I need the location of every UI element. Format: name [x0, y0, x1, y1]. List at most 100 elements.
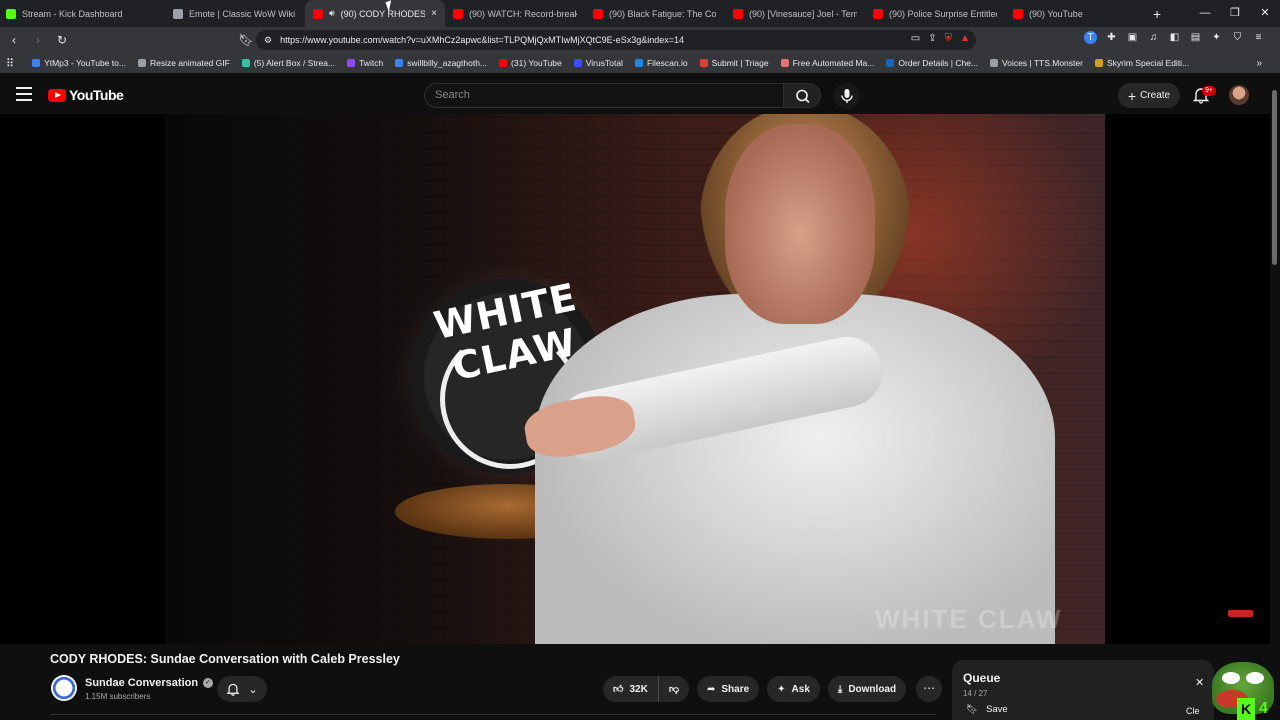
bookmark-item[interactable]: Voices | TTS.Monster [990, 58, 1083, 68]
forward-icon[interactable]: › [28, 33, 48, 47]
bookmark-label: Skyrim Special Editi... [1106, 58, 1190, 68]
kick-logo-icon: K [1237, 698, 1255, 720]
bookmark-item[interactable]: swillbilly_azagthoth... [395, 58, 487, 68]
bookmark-label: (5) Alert Box / Strea... [253, 58, 336, 68]
browser-tab-3[interactable]: (90) WATCH: Record-breaking [445, 0, 585, 27]
download-label: Download [848, 683, 897, 695]
browser-tab-label: Stream - Kick Dashboard [22, 8, 123, 19]
sidebar-icon[interactable]: ◧ [1168, 31, 1181, 44]
youtube-favicon-icon [873, 8, 883, 19]
bookmark-icon[interactable]: 🔖︎ [236, 33, 256, 47]
bookmark-label: swillbilly_azagthoth... [407, 58, 488, 68]
more-bookmarks-icon[interactable]: » [1256, 58, 1262, 69]
bookmark-favicon-icon [634, 59, 643, 67]
video-player[interactable]: WHITE CLAW WHITE CLAW [0, 114, 1270, 644]
back-icon[interactable]: ‹ [4, 33, 24, 47]
leo-icon[interactable]: ✦ [1210, 31, 1223, 44]
bookmark-favicon-icon [699, 59, 708, 67]
close-tab-icon[interactable]: × [431, 8, 437, 19]
site-info-icon[interactable]: ⚙ [264, 35, 272, 46]
minimize-icon[interactable]: — [1190, 0, 1220, 27]
browser-tab-0[interactable]: Stream - Kick Dashboard [0, 0, 165, 27]
browser-tab-4[interactable]: (90) Black Fatigue: The Conte [585, 0, 725, 27]
brave-rewards-icon[interactable]: ▲ [960, 33, 970, 44]
save-queue-button[interactable]: 🔖︎ Save [966, 704, 1008, 715]
plus-icon: + [1127, 87, 1137, 104]
music-icon[interactable]: ♫ [1147, 31, 1160, 44]
clear-queue-button[interactable]: Cle [1186, 706, 1200, 716]
address-bar[interactable]: ⚙ https://www.youtube.com/watch?v=uXMhCz… [256, 30, 976, 50]
video-frame[interactable]: WHITE CLAW WHITE CLAW [165, 114, 1105, 644]
apps-icon[interactable]: ⠿ [6, 57, 14, 70]
bookmark-label: Submit | Triage [711, 58, 769, 68]
bookmark-label: VirusTotal [585, 58, 623, 68]
bookmark-item[interactable]: Free Automated Ma... [780, 58, 874, 68]
browser-tab-label: (90) WATCH: Record-breaking [469, 8, 577, 19]
bookmark-item[interactable]: Skyrim Special Editi... [1094, 58, 1190, 68]
search-input[interactable]: Search [424, 83, 784, 108]
brave-shield-icon[interactable]: ⛨ [945, 33, 953, 44]
reload-icon[interactable]: ↻ [52, 33, 72, 47]
bookmark-favicon-icon [32, 59, 41, 67]
wiki-favicon-icon [173, 8, 183, 19]
page-scrollbar[interactable] [1272, 90, 1277, 265]
save-label: Save [986, 704, 1008, 715]
maximize-icon[interactable]: ❐ [1220, 0, 1250, 27]
bookmark-item[interactable]: (5) Alert Box / Strea... [241, 58, 336, 68]
bookmark-item[interactable]: Filescan.io [634, 58, 688, 68]
new-tab-button[interactable]: + [1153, 6, 1161, 22]
bookmark-label: YtMp3 - YouTube to... [44, 58, 126, 68]
browser-tab-7[interactable]: (90) YouTube [1005, 0, 1145, 27]
notification-count-badge: 9+ [1202, 86, 1216, 96]
vpn-icon[interactable]: ⛉ [1231, 31, 1244, 44]
bookmark-favicon-icon [137, 59, 146, 67]
bookmark-item[interactable]: YtMp3 - YouTube to... [32, 58, 126, 68]
puzzle-icon[interactable]: ✚ [1105, 31, 1118, 44]
channel-name[interactable]: Sundae Conversation [85, 677, 198, 689]
like-button[interactable]: 👍︎ 32K [603, 676, 659, 702]
youtube-logo[interactable]: YouTube [48, 87, 124, 103]
subscribed-notifications-button[interactable]: ⌄ [217, 676, 267, 702]
extension-box-icon[interactable]: ▣ [1126, 31, 1139, 44]
subscriber-count: 1.15M subscribers [85, 692, 151, 701]
browser-tab-6[interactable]: (90) Police Surprise Entitled W [865, 0, 1005, 27]
download-button[interactable]: ⤓ Download [827, 676, 907, 702]
share-button[interactable]: ➦ Share [696, 676, 760, 702]
bookmark-item[interactable]: VirusTotal [573, 58, 623, 68]
bookmark-item[interactable]: Resize animated GIF [137, 58, 230, 68]
extension-t-icon[interactable]: T [1084, 31, 1097, 44]
close-window-icon[interactable]: ✕ [1250, 0, 1280, 27]
window-controls: — ❐ ✕ [1190, 0, 1280, 27]
wallet-icon[interactable]: ▤ [1189, 31, 1202, 44]
youtube-favicon-icon [313, 8, 323, 19]
download-icon: ⤓ [837, 683, 843, 695]
close-queue-icon[interactable]: ✕ [1195, 676, 1204, 689]
bookmark-item[interactable]: (31) YouTube [499, 58, 562, 68]
browser-tab-label: (90) Black Fatigue: The Conte [609, 8, 717, 19]
channel-avatar[interactable] [51, 675, 77, 701]
create-button[interactable]: + Create [1118, 83, 1180, 108]
guide-menu-icon[interactable] [16, 87, 32, 101]
more-actions-button[interactable]: ⋯ [916, 676, 943, 702]
account-avatar[interactable] [1229, 85, 1249, 105]
search-button[interactable] [783, 83, 821, 108]
browser-tab-active[interactable]: 🔊︎ (90) CODY RHODES: S × [305, 0, 445, 27]
speaker-icon: 🔊︎ [329, 8, 335, 18]
channel-name-row[interactable]: Sundae Conversation ✓ [85, 677, 214, 689]
browser-tab-1[interactable]: Emote | Classic WoW Wiki | Fa [165, 0, 305, 27]
like-dislike-group: 👍︎ 32K 👎︎ [603, 676, 689, 702]
bookmark-item[interactable]: Order Details | Che... [886, 58, 978, 68]
like-count: 32K [629, 683, 648, 695]
browser-tab-5[interactable]: (90) [Vinesauce] Joel - Temu T [725, 0, 865, 27]
cast-icon[interactable]: ▭ [911, 33, 920, 44]
share-page-icon[interactable]: ⇪ [928, 33, 936, 44]
menu-icon[interactable]: ≡ [1252, 31, 1265, 44]
voice-search-button[interactable] [834, 83, 860, 109]
bookmark-item[interactable]: Twitch [347, 58, 383, 68]
video-title: CODY RHODES: Sundae Conversation with Ca… [50, 652, 400, 666]
dislike-button[interactable]: 👎︎ [658, 676, 689, 702]
ask-button[interactable]: ✦ Ask [767, 676, 820, 702]
verified-check-icon: ✓ [203, 678, 214, 688]
bookmark-item[interactable]: Submit | Triage [699, 58, 769, 68]
bookmark-label: Twitch [359, 58, 384, 68]
